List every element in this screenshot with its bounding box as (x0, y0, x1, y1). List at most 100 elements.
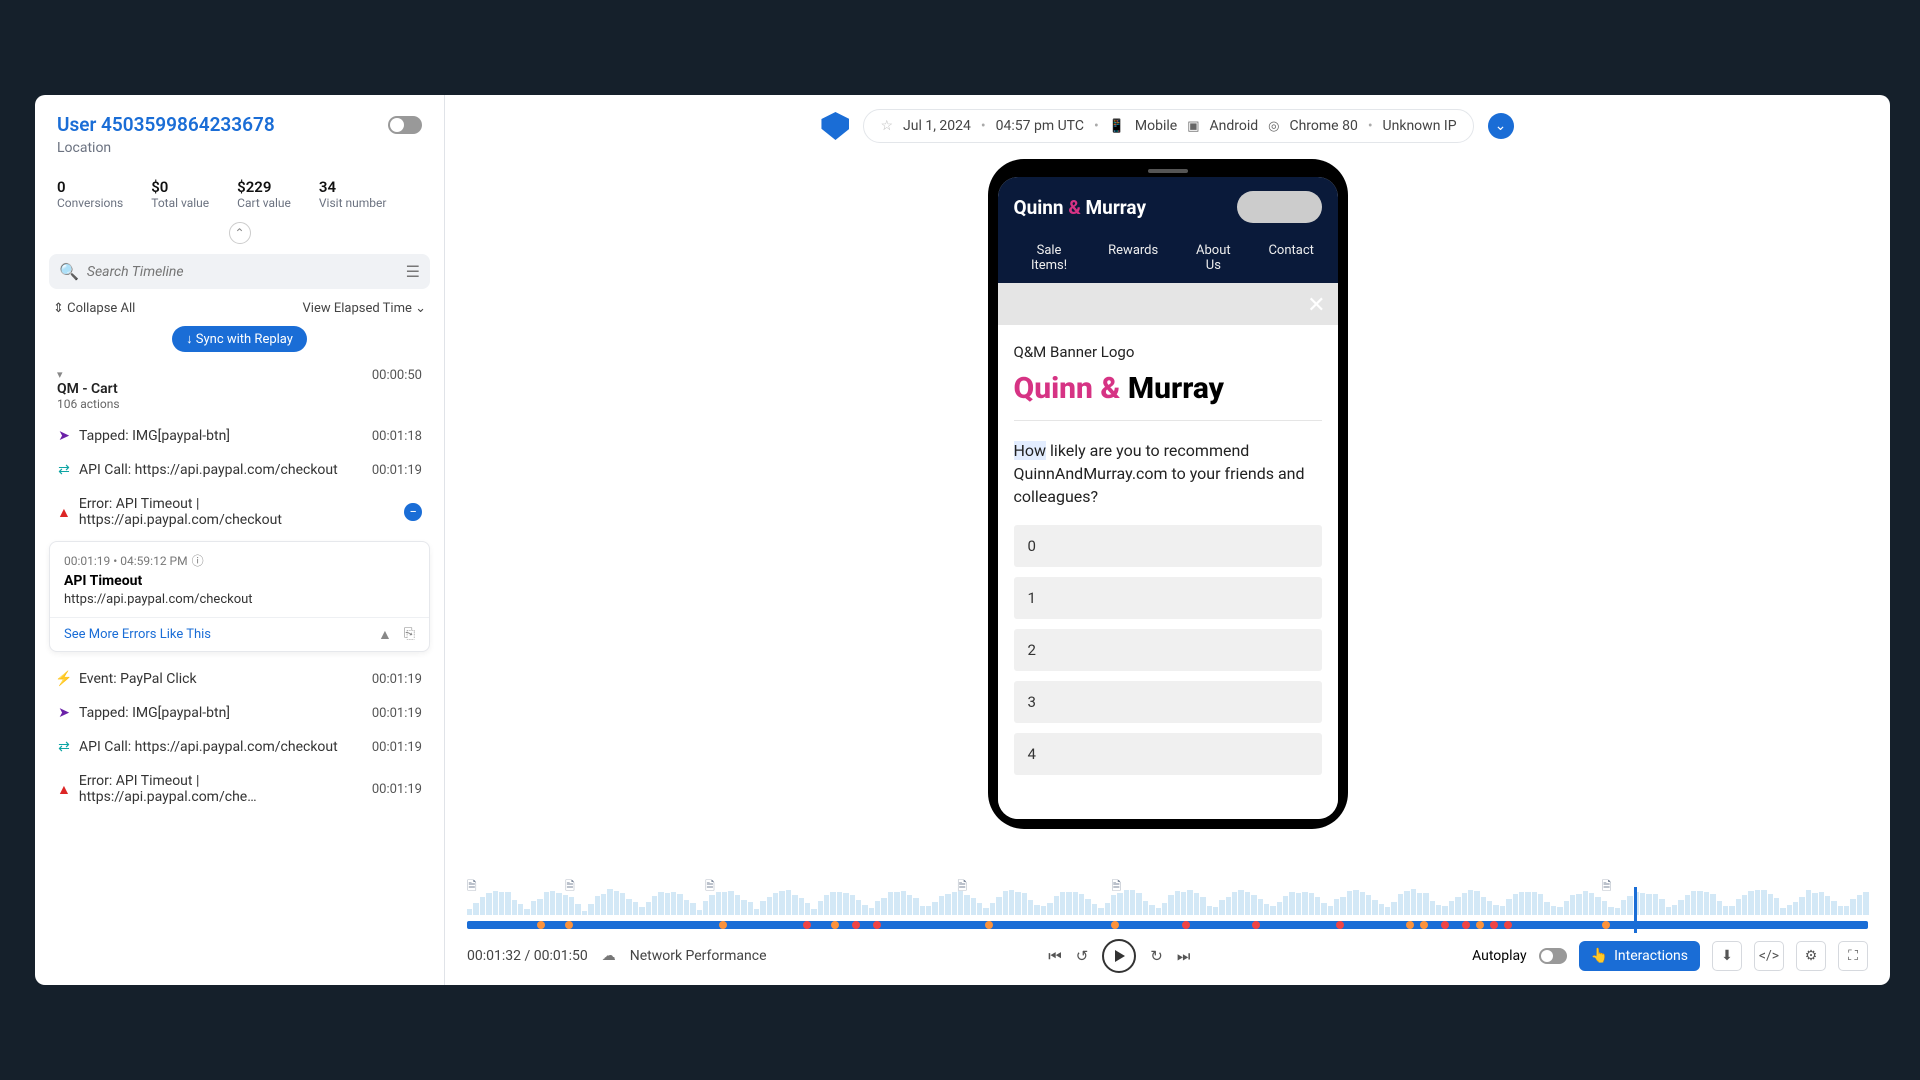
cursor-click-icon: 👆 (1591, 948, 1608, 964)
group-title: QM - Cart (57, 381, 120, 397)
error-title: API Timeout (64, 573, 415, 589)
timeline-row[interactable]: ⇄API Call: https://api.paypal.com/checko… (35, 730, 444, 764)
network-icon: ⇄ (57, 739, 71, 755)
play-button[interactable] (1102, 939, 1136, 973)
survey-option[interactable]: 0 (1014, 525, 1322, 567)
meta-dropdown-button[interactable]: ⌄ (1488, 113, 1514, 139)
view-elapsed-button[interactable]: View Elapsed Time ⌄ (303, 301, 427, 316)
group-subtitle: 106 actions (57, 397, 120, 411)
info-icon[interactable]: ⓘ (192, 552, 204, 569)
meta-os: Android (1209, 118, 1258, 134)
code-icon[interactable]: ⎘ (404, 626, 415, 643)
interactions-button[interactable]: 👆Interactions (1579, 941, 1700, 971)
replay-main: ☆ Jul 1, 2024• 04:57 pm UTC• 📱Mobile ▣An… (445, 95, 1890, 985)
timeline-row[interactable]: ⚡Event: PayPal Click 00:01:19 (35, 662, 444, 696)
brand-shield-icon (821, 112, 849, 140)
screen-nav: Sale Items! Rewards About Us Contact (998, 237, 1338, 283)
location-label: Location (57, 140, 422, 156)
survey-option[interactable]: 1 (1014, 577, 1322, 619)
stat-cart-value: $229 (237, 178, 291, 196)
user-toggle[interactable] (388, 116, 422, 134)
network-icon: ⇄ (57, 462, 71, 478)
survey-question: How likely are you to recommend QuinnAnd… (1014, 439, 1322, 509)
search-input[interactable] (87, 264, 406, 280)
page-marker-icon: 🗎 (957, 877, 967, 898)
timeline-list: ▾ QM - Cart 106 actions 00:00:50 ➤Tapped… (35, 360, 444, 985)
search-input-row[interactable]: 🔍 ☰ (49, 254, 430, 289)
meta-browser: Chrome 80 (1289, 118, 1357, 134)
stat-conversions-label: Conversions (57, 196, 123, 210)
cursor-icon: ➤ (57, 428, 71, 444)
collapse-caret-icon[interactable]: ⌃ (229, 222, 251, 244)
filter-icon[interactable]: ☰ (406, 262, 420, 281)
network-performance-label[interactable]: Network Performance (630, 948, 767, 964)
close-icon[interactable]: ✕ (1307, 293, 1325, 318)
error-meta: 00:01:19 • 04:59:12 PM ⓘ (64, 552, 415, 569)
page-marker-icon: 🗎 (565, 877, 575, 898)
survey-option[interactable]: 3 (1014, 681, 1322, 723)
timeline-row[interactable]: ⇄API Call: https://api.paypal.com/checko… (35, 453, 444, 487)
android-icon: ▣ (1187, 119, 1199, 134)
settings-button[interactable]: ⚙ (1796, 941, 1826, 971)
warning-icon[interactable]: ▲ (378, 626, 392, 643)
event-icon: ⚡ (57, 671, 71, 687)
brand-logo-small: Quinn & Murray (1014, 196, 1147, 219)
error-card: 00:01:19 • 04:59:12 PM ⓘ API Timeout htt… (49, 541, 430, 652)
meta-device: Mobile (1135, 118, 1177, 134)
session-meta-pill: ☆ Jul 1, 2024• 04:57 pm UTC• 📱Mobile ▣An… (863, 109, 1473, 143)
nav-sale[interactable]: Sale Items! (1021, 243, 1077, 273)
timeline-row[interactable]: ➤Tapped: IMG[paypal-btn] 00:01:19 (35, 696, 444, 730)
screen-header: Quinn & Murray (998, 177, 1338, 237)
timeline-scrubber[interactable]: 🗎 🗎 🗎 🗎 🗎 🗎 (467, 891, 1868, 929)
banner-label: Q&M Banner Logo (1014, 343, 1322, 361)
meta-ip: Unknown IP (1383, 118, 1457, 134)
nav-rewards[interactable]: Rewards (1108, 243, 1158, 273)
stat-conversions-value: 0 (57, 178, 123, 196)
forward-button[interactable]: ↻ (1150, 947, 1163, 965)
page-marker-icon: 🗎 (467, 877, 477, 898)
collapse-all-button[interactable]: ⇕ Collapse All (53, 301, 135, 316)
download-button[interactable]: ⬇ (1712, 941, 1742, 971)
stat-visit-value: 34 (319, 178, 387, 196)
autoplay-label: Autoplay (1472, 948, 1527, 964)
search-icon: 🔍 (59, 262, 79, 281)
timeline-row[interactable]: ▲Error: API Timeout | https://api.paypal… (35, 764, 444, 814)
rewind-button[interactable]: ↺ (1076, 947, 1089, 965)
star-icon[interactable]: ☆ (880, 118, 893, 134)
skip-back-button[interactable]: ⏮ (1048, 947, 1062, 965)
see-more-errors-link[interactable]: See More Errors Like This (64, 627, 211, 642)
playback-time: 00:01:32 / 00:01:50 (467, 948, 588, 964)
nav-contact[interactable]: Contact (1268, 243, 1313, 273)
autoplay-toggle[interactable] (1539, 948, 1567, 964)
survey-option[interactable]: 2 (1014, 629, 1322, 671)
phone-screen: Quinn & Murray Sale Items! Rewards About… (998, 177, 1338, 819)
error-icon: ▲ (57, 781, 71, 798)
user-id-link[interactable]: User 4503599864233678 (57, 113, 275, 136)
devtools-button[interactable]: </> (1754, 941, 1784, 971)
page-marker-icon: 🗎 (705, 877, 715, 898)
survey-modal: Q&M Banner Logo Quinn & Murray How likel… (998, 325, 1338, 819)
sync-replay-button[interactable]: ↓ Sync with Replay (172, 326, 307, 352)
nav-about[interactable]: About Us (1189, 243, 1237, 273)
timeline-sidebar: User 4503599864233678 Location 0Conversi… (35, 95, 445, 985)
stat-total-label: Total value (151, 196, 209, 210)
skip-forward-button[interactable]: ⏭ (1177, 947, 1191, 965)
fullscreen-button[interactable]: ⛶ (1838, 941, 1868, 971)
timeline-row[interactable]: ➤Tapped: IMG[paypal-btn] 00:01:18 (35, 419, 444, 453)
error-icon: ▲ (57, 504, 71, 521)
header-pill-button[interactable] (1237, 191, 1322, 223)
group-time: 00:00:50 (372, 368, 422, 411)
mobile-icon: 📱 (1109, 119, 1125, 134)
meta-time: 04:57 pm UTC (996, 118, 1084, 134)
page-marker-icon: 🗎 (1111, 877, 1121, 898)
timeline-row-error[interactable]: ▲Error: API Timeout | https://api.paypal… (35, 487, 444, 537)
chrome-icon: ◎ (1268, 119, 1279, 134)
stats-row: 0Conversions $0Total value $229Cart valu… (35, 168, 444, 218)
cloud-icon: ☁ (602, 948, 616, 964)
brand-logo-large: Quinn & Murray (1014, 371, 1322, 406)
survey-option[interactable]: 4 (1014, 733, 1322, 775)
timeline-group[interactable]: ▾ QM - Cart 106 actions 00:00:50 (35, 360, 444, 419)
modal-overlay: ✕ Q&M Banner Logo Quinn & Murray How lik… (998, 283, 1338, 819)
stat-total-value: $0 (151, 178, 209, 196)
collapse-error-icon[interactable]: − (404, 503, 422, 521)
